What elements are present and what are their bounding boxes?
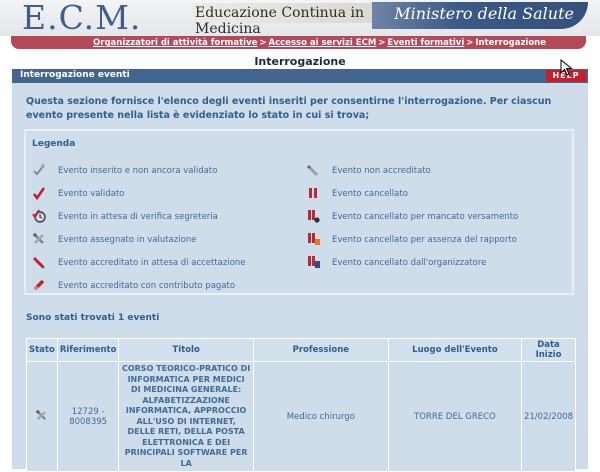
legend-label: Evento in attesa di verifica segreteria bbox=[58, 212, 218, 222]
legend-label: Evento cancellato bbox=[332, 189, 408, 199]
tagline-box: Educazione Continua in Medicina bbox=[192, 3, 380, 37]
pen-coin-icon bbox=[33, 279, 45, 291]
breadcrumb-link-organizzatori[interactable]: Organizzatori di attività formative bbox=[93, 38, 257, 48]
ecm-logo: E.C.M. bbox=[22, 0, 142, 37]
page-title: Interrogazione bbox=[254, 55, 346, 68]
main-content: Interrogazione eventi HELP Questa sezion… bbox=[12, 69, 588, 472]
header-banner: E.C.M. Educazione Continua in Medicina M… bbox=[0, 0, 600, 37]
grey-pen-icon bbox=[306, 164, 319, 177]
column-header-data-inizio[interactable]: Data Inizio bbox=[520, 338, 577, 362]
breadcrumb-separator: > bbox=[466, 38, 474, 48]
section-header: Interrogazione eventi HELP bbox=[12, 69, 588, 83]
legend-label: Evento inserito e non ancora validato bbox=[58, 166, 218, 176]
legend-label: Evento assegnato in valutazione bbox=[58, 235, 197, 245]
pause-doc-icon bbox=[308, 256, 320, 268]
column-header-titolo[interactable]: Titolo bbox=[118, 338, 254, 362]
results-table: Stato Riferimento Titolo Professione Luo… bbox=[26, 338, 577, 472]
red-pen-icon bbox=[32, 256, 45, 269]
table-header-row: Stato Riferimento Titolo Professione Luo… bbox=[26, 338, 577, 362]
intro-text: Questa sezione fornisce l'elenco degli e… bbox=[26, 96, 552, 121]
breadcrumb-separator: > bbox=[378, 38, 386, 48]
ministry-text: Ministero della Salute bbox=[394, 4, 574, 23]
legend-label: Evento validato bbox=[58, 189, 125, 199]
legend-label: Evento cancellato per assenza del rappor… bbox=[332, 235, 517, 245]
column-header-riferimento[interactable]: Riferimento bbox=[56, 338, 120, 362]
legend-label: Evento cancellato per mancato versamento bbox=[332, 212, 519, 222]
legend-label: Evento accreditato con contributo pagato bbox=[58, 281, 236, 291]
riferimento-cell[interactable]: 12729 - 8008395 bbox=[56, 361, 120, 472]
breadcrumb-link-accesso[interactable]: Accesso ai servizi ECM bbox=[269, 38, 377, 48]
luogo-cell: TORRE DEL GRECO bbox=[387, 361, 522, 472]
breadcrumb: Organizzatori di attività formative > Acce… bbox=[93, 38, 546, 48]
section-title: Interrogazione eventi bbox=[20, 70, 130, 80]
ministry-badge: Ministero della Salute bbox=[372, 2, 588, 29]
column-header-luogo[interactable]: Luogo dell'Evento bbox=[387, 338, 522, 362]
column-header-stato[interactable]: Stato bbox=[26, 338, 58, 362]
pencil-check-icon bbox=[33, 163, 45, 176]
mouse-cursor-icon bbox=[560, 59, 573, 76]
legend-label: Evento non accreditato bbox=[332, 166, 431, 176]
red-pause-icon bbox=[309, 188, 317, 198]
legend-box: Legenda Evento inserito e non ancora val… bbox=[24, 129, 574, 295]
crossed-tools-icon bbox=[36, 409, 47, 420]
titolo-cell[interactable]: CORSO TEORICO-PRATICO DI INFORMATICA PER… bbox=[118, 361, 254, 472]
legend-label: Evento cancellato dall'organizzatore bbox=[332, 258, 487, 268]
breadcrumb-current: Interrogazione bbox=[475, 38, 546, 48]
breadcrumb-link-eventi[interactable]: Eventi formativi bbox=[387, 38, 464, 48]
table-row[interactable]: 12729 - 8008395 CORSO TEORICO-PRATICO DI… bbox=[26, 361, 577, 472]
legend-title: Legenda bbox=[32, 139, 76, 149]
data-inizio-cell: 21/02/2008 bbox=[520, 361, 577, 472]
clock-check-icon bbox=[32, 209, 46, 223]
legend-label: Evento accreditato in attesa di accettaz… bbox=[58, 258, 246, 268]
tagline-text: Educazione Continua in Medicina bbox=[195, 5, 365, 37]
results-count: Sono stati trovati 1 eventi bbox=[26, 313, 160, 323]
status-cell bbox=[26, 361, 58, 472]
red-check-icon bbox=[32, 187, 46, 200]
breadcrumb-separator: > bbox=[259, 38, 267, 48]
crossed-tools-icon bbox=[33, 233, 44, 244]
pause-report-icon bbox=[308, 233, 320, 245]
professione-cell: Medico chirurgo bbox=[252, 361, 389, 472]
column-header-professione[interactable]: Professione bbox=[252, 338, 389, 362]
pause-coin-icon bbox=[308, 210, 320, 223]
